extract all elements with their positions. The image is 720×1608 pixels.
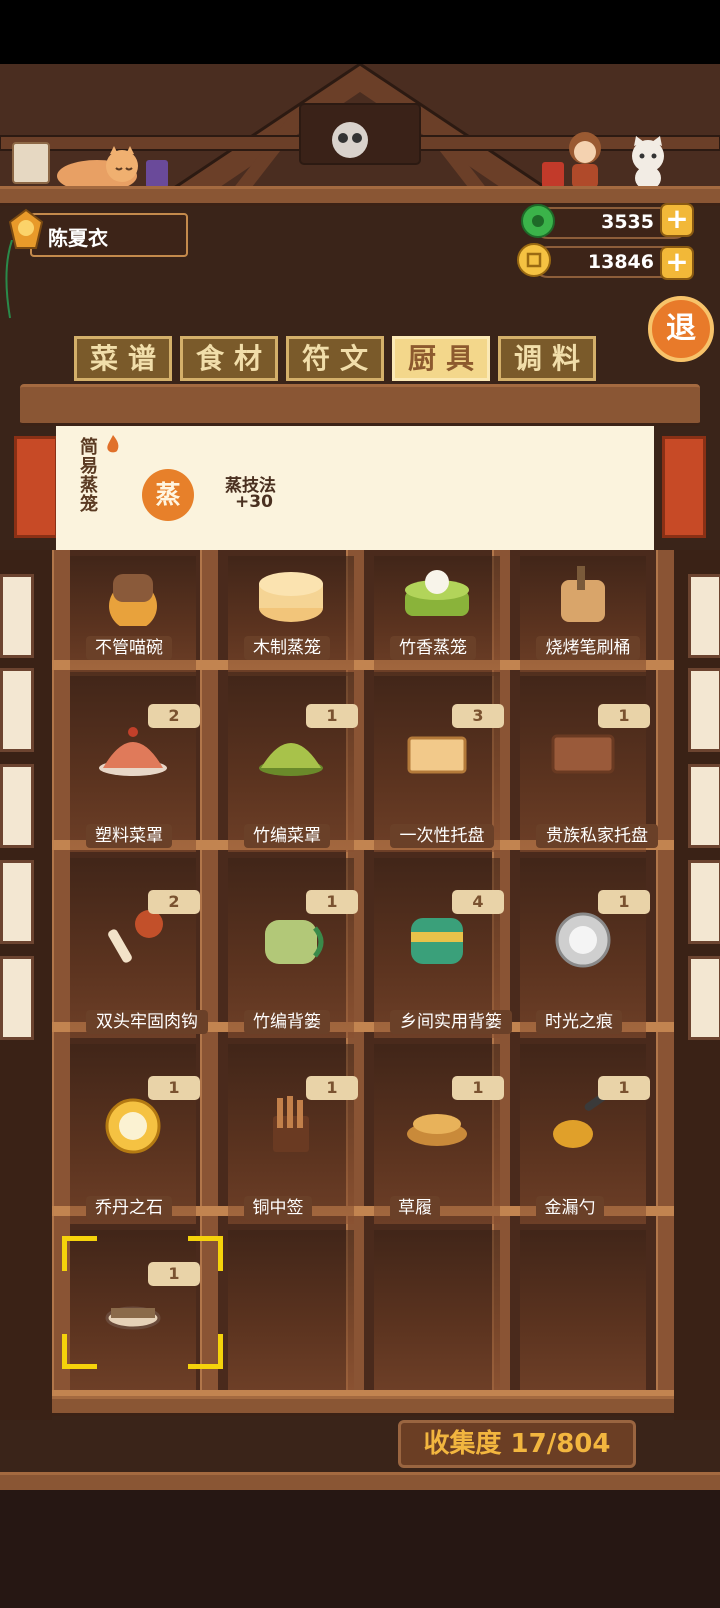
item-label: 双头牢固肉钩 bbox=[86, 1010, 208, 1034]
item-count-badge: 1 bbox=[598, 890, 650, 914]
tray-icon[interactable] bbox=[401, 722, 473, 782]
bottom-area bbox=[0, 1490, 720, 1608]
item-label: 铜中签 bbox=[244, 1196, 312, 1220]
item-slot bbox=[374, 1230, 500, 1390]
item-count-badge: 1 bbox=[148, 1076, 200, 1100]
basket-icon[interactable] bbox=[255, 908, 327, 968]
bamboo-sticks-icon[interactable] bbox=[255, 1094, 327, 1154]
item-count-badge: 2 bbox=[148, 890, 200, 914]
item-count-badge: 1 bbox=[598, 704, 650, 728]
cabinet-bottom-plank bbox=[52, 1396, 674, 1416]
item-count-badge: 4 bbox=[452, 890, 504, 914]
selection-corner bbox=[62, 1334, 97, 1369]
selection-corner bbox=[62, 1236, 97, 1271]
item-grid: 不管喵碗 木制蒸笼 竹香蒸笼 烧烤笔刷桶 2 塑料菜罩 1 竹编菜罩 3 一次性托盘 1 贵族私家托盘… bbox=[0, 0, 720, 1490]
item-slot bbox=[520, 1230, 646, 1390]
item-label: 烧烤笔刷桶 bbox=[536, 636, 640, 660]
item-label: 乔丹之石 bbox=[86, 1196, 172, 1220]
gold-ladle-icon[interactable] bbox=[547, 1094, 619, 1154]
item-label: 草履 bbox=[390, 1196, 440, 1220]
plastic-cover-icon[interactable] bbox=[97, 722, 169, 782]
item-label: 塑料菜罩 bbox=[86, 824, 172, 848]
item-count-badge: 3 bbox=[452, 704, 504, 728]
item-label: 一次性托盘 bbox=[390, 824, 494, 848]
item-label: 竹编菜罩 bbox=[244, 824, 330, 848]
village-basket-icon[interactable] bbox=[401, 908, 473, 968]
item-count-badge: 1 bbox=[452, 1076, 504, 1100]
bamboo-cover-icon[interactable] bbox=[255, 722, 327, 782]
item-label: 不管喵碗 bbox=[86, 636, 172, 660]
item-label: 木制蒸笼 bbox=[244, 636, 330, 660]
simple-steamer-icon[interactable] bbox=[97, 1280, 169, 1340]
cat-bowl-icon[interactable] bbox=[97, 566, 169, 626]
item-count-badge: 1 bbox=[306, 1076, 358, 1100]
item-label: 竹编背篓 bbox=[244, 1010, 330, 1034]
item-count-badge: 2 bbox=[148, 704, 200, 728]
bamboo-steamer-icon[interactable] bbox=[401, 566, 473, 626]
steamer-icon[interactable] bbox=[255, 566, 327, 626]
item-slot bbox=[228, 1230, 354, 1390]
brush-bucket-icon[interactable] bbox=[547, 566, 619, 626]
time-coin-icon[interactable] bbox=[547, 908, 619, 968]
stone-coin-icon[interactable] bbox=[97, 1094, 169, 1154]
item-count-badge: 1 bbox=[306, 704, 358, 728]
straw-sandal-icon[interactable] bbox=[401, 1094, 473, 1154]
cabinet-pillar bbox=[656, 550, 674, 1396]
item-label: 乡间实用背篓 bbox=[390, 1010, 512, 1034]
noble-tray-icon[interactable] bbox=[547, 722, 619, 782]
item-label: 金漏勺 bbox=[536, 1196, 604, 1220]
selection-corner bbox=[188, 1236, 223, 1271]
item-label: 贵族私家托盘 bbox=[536, 824, 658, 848]
item-count-badge: 1 bbox=[598, 1076, 650, 1100]
selection-corner bbox=[188, 1334, 223, 1369]
meat-hook-icon[interactable] bbox=[97, 908, 169, 968]
item-label: 时光之痕 bbox=[536, 1010, 622, 1034]
collection-progress: 收集度 17/804 bbox=[398, 1420, 636, 1468]
item-count-badge: 1 bbox=[306, 890, 358, 914]
item-label: 竹香蒸笼 bbox=[390, 636, 476, 660]
